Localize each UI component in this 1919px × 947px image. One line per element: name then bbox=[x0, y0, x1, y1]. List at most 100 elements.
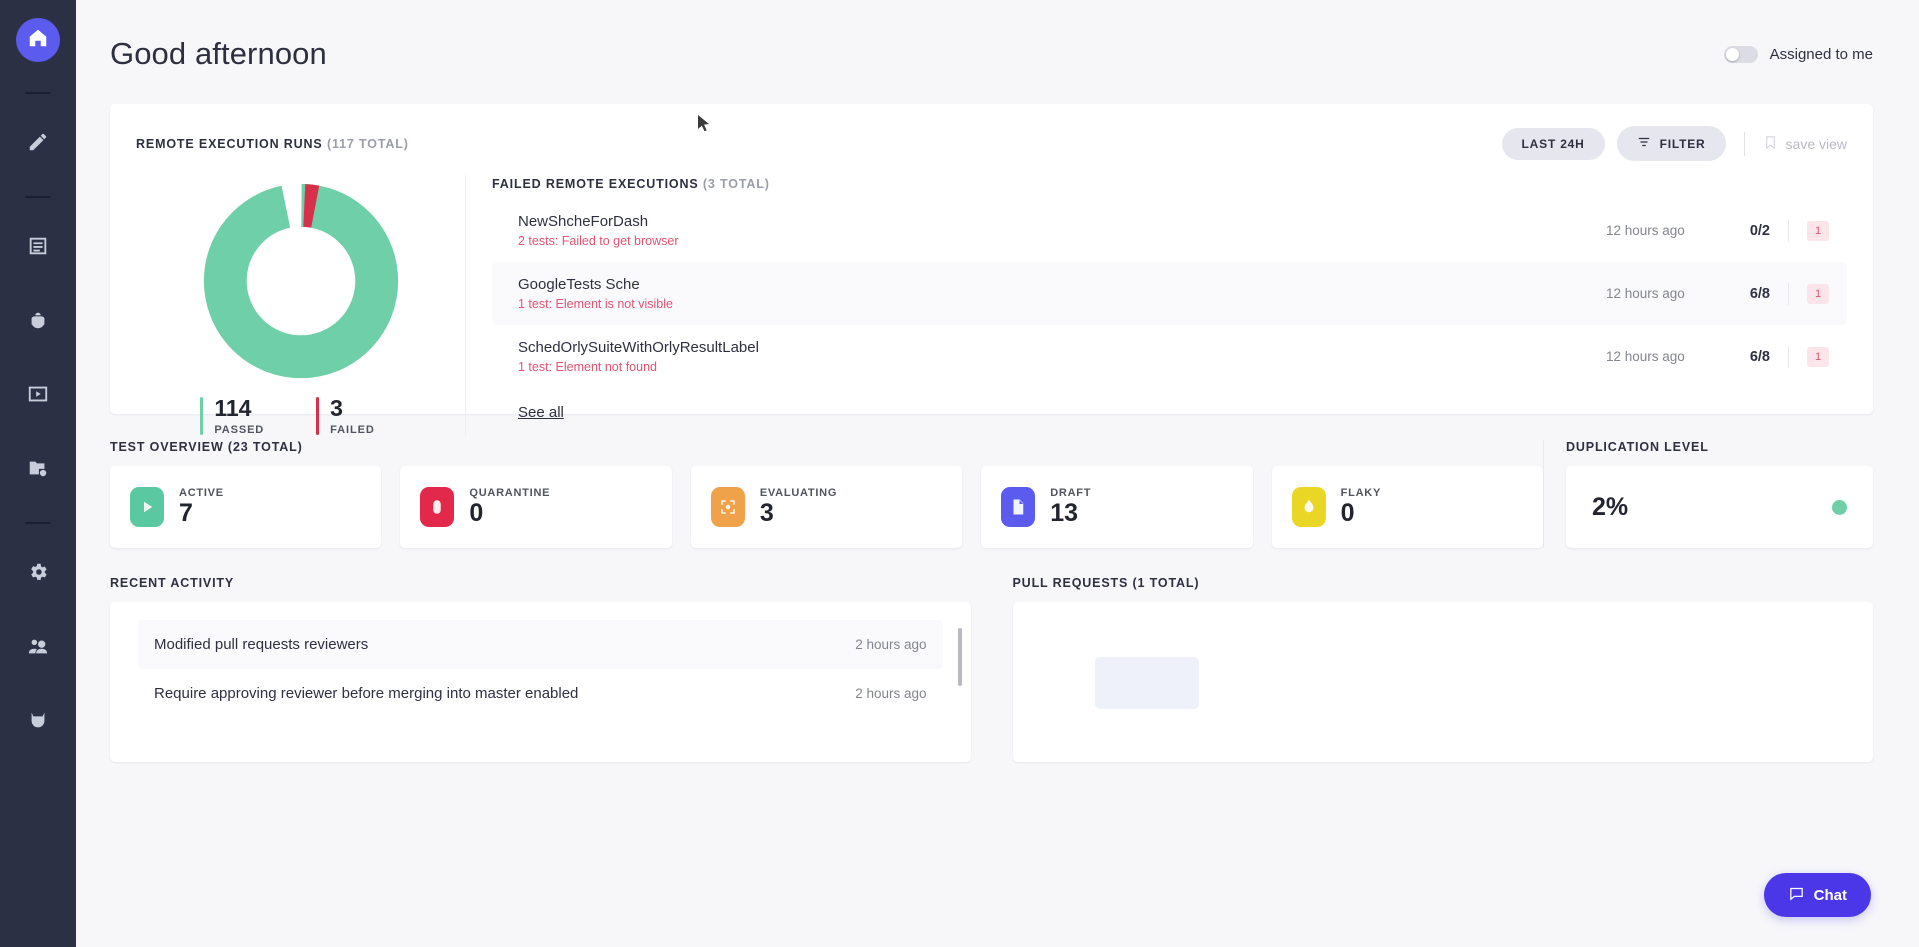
row-divider bbox=[1788, 219, 1789, 242]
failed-row-time: 12 hours ago bbox=[1606, 223, 1685, 238]
sidebar-divider bbox=[25, 522, 51, 524]
sidebar-item-editor[interactable] bbox=[16, 122, 60, 166]
sidebar-divider bbox=[25, 92, 51, 94]
failed-row-name: NewShcheForDash 2 tests: Failed to get b… bbox=[518, 213, 1606, 248]
sidebar-item-reports[interactable] bbox=[16, 226, 60, 270]
sidebar-item-settings[interactable] bbox=[16, 552, 60, 596]
failed-executions-title: FAILED REMOTE EXECUTIONS (3 TOTAL) bbox=[492, 177, 1847, 191]
legend-passed-value: 114 bbox=[214, 395, 252, 421]
row-divider bbox=[1788, 282, 1789, 305]
stat-label: DRAFT bbox=[1050, 487, 1092, 499]
stat-card-evaluating[interactable]: EVALUATING 3 bbox=[690, 466, 963, 548]
failed-row-name: SchedOrlySuiteWithOrlyResultLabel 1 test… bbox=[518, 339, 1606, 374]
users-icon bbox=[27, 635, 49, 662]
chat-label: Chat bbox=[1813, 886, 1847, 904]
mouse-cursor bbox=[698, 115, 709, 132]
recent-activity-title: RECENT ACTIVITY bbox=[110, 576, 235, 590]
flame-icon bbox=[1291, 487, 1326, 527]
mouse-icon bbox=[420, 487, 455, 527]
test-overview-title: TEST OVERVIEW (23 TOTAL) bbox=[110, 440, 303, 454]
save-view-button[interactable]: save view bbox=[1763, 135, 1847, 153]
stat-value: 3 bbox=[759, 499, 774, 527]
stat-card-draft[interactable]: DRAFT 13 bbox=[981, 466, 1253, 548]
sidebar-item-projects[interactable] bbox=[16, 448, 60, 492]
failed-row-time: 12 hours ago bbox=[1606, 286, 1685, 301]
legend-failed: 3 FAILED bbox=[290, 397, 401, 436]
home-icon bbox=[27, 27, 49, 54]
stat-label: FLAKY bbox=[1340, 487, 1382, 499]
activity-scrollbar[interactable] bbox=[957, 628, 962, 686]
chat-bubble-icon bbox=[1788, 885, 1805, 906]
sidebar bbox=[0, 0, 76, 947]
failed-row-title: GoogleTests Sche bbox=[518, 276, 640, 293]
status-badge: 1 bbox=[1807, 283, 1829, 304]
failed-row-error: 2 tests: Failed to get browser bbox=[518, 234, 679, 248]
test-overview-left: TEST OVERVIEW (23 TOTAL) ACTIVE 7 QUARAN… bbox=[110, 440, 1544, 548]
legend-passed-bar bbox=[200, 397, 204, 435]
see-all-link[interactable]: See all bbox=[518, 404, 564, 421]
sidebar-item-home[interactable] bbox=[16, 18, 60, 62]
stat-value: 0 bbox=[1340, 499, 1355, 527]
bug-icon bbox=[27, 309, 49, 336]
status-badge: 1 bbox=[1807, 346, 1829, 367]
sidebar-item-integrations[interactable] bbox=[16, 700, 60, 744]
sidebar-item-users[interactable] bbox=[16, 626, 60, 670]
video-play-icon bbox=[27, 383, 49, 410]
test-overview-cards: ACTIVE 7 QUARANTINE 0 EVALUATING 3 DRAFT… bbox=[110, 466, 1544, 548]
filter-button[interactable]: FILTER bbox=[1616, 126, 1726, 161]
assigned-to-me-label: Assigned to me bbox=[1769, 45, 1873, 63]
actions-divider bbox=[1743, 131, 1745, 156]
stat-value: 0 bbox=[469, 499, 484, 527]
stat-card-active[interactable]: ACTIVE 7 bbox=[110, 466, 382, 548]
failed-row-time: 12 hours ago bbox=[1606, 349, 1685, 364]
gear-icon bbox=[27, 561, 49, 588]
folder-settings-icon bbox=[27, 457, 49, 484]
bottom-section: RECENT ACTIVITY Modified pull requests r… bbox=[110, 576, 1873, 762]
assigned-to-me-toggle[interactable] bbox=[1723, 45, 1758, 63]
legend-passed: 114 PASSED bbox=[200, 397, 290, 436]
last-24h-label: LAST 24H bbox=[1521, 136, 1585, 151]
failed-row-name: GoogleTests Sche 1 test: Element is not … bbox=[518, 276, 1606, 311]
list-item[interactable]: Modified pull requests reviewers 2 hours… bbox=[138, 620, 943, 669]
row-divider bbox=[1788, 345, 1789, 368]
duplication-level-section: DUPLICATION LEVEL 2% bbox=[1543, 440, 1873, 548]
chat-button[interactable]: Chat bbox=[1763, 873, 1871, 917]
list-item[interactable]: Require approving reviewer before mergin… bbox=[138, 669, 943, 718]
legend-failed-bar bbox=[316, 397, 320, 435]
pull-requests-card bbox=[1012, 602, 1873, 762]
table-row[interactable]: SchedOrlySuiteWithOrlyResultLabel 1 test… bbox=[492, 325, 1847, 388]
remote-execution-header: REMOTE EXECUTION RUNS (117 TOTAL) LAST 2… bbox=[136, 126, 1847, 161]
table-row[interactable]: NewShcheForDash 2 tests: Failed to get b… bbox=[492, 199, 1847, 262]
failed-row-title: SchedOrlySuiteWithOrlyResultLabel bbox=[518, 339, 759, 356]
remote-execution-runs-card: REMOTE EXECUTION RUNS (117 TOTAL) LAST 2… bbox=[110, 104, 1873, 436]
failed-executions-title-text: FAILED REMOTE EXECUTIONS bbox=[492, 177, 699, 191]
activity-time: 2 hours ago bbox=[855, 686, 927, 701]
save-view-label: save view bbox=[1785, 135, 1847, 152]
assigned-to-me-control[interactable]: Assigned to me bbox=[1723, 45, 1873, 63]
failed-row-error: 1 test: Element not found bbox=[518, 360, 657, 374]
pencil-icon bbox=[27, 131, 49, 158]
stat-value: 7 bbox=[179, 499, 193, 527]
scan-icon bbox=[710, 487, 745, 527]
sidebar-divider bbox=[25, 196, 51, 198]
failed-executions-total: (3 TOTAL) bbox=[702, 177, 770, 191]
test-overview-section: TEST OVERVIEW (23 TOTAL) ACTIVE 7 QUARAN… bbox=[110, 440, 1873, 548]
stat-card-quarantine[interactable]: QUARANTINE 0 bbox=[400, 466, 672, 548]
stat-label: ACTIVE bbox=[179, 487, 224, 499]
sidebar-item-bugs[interactable] bbox=[16, 300, 60, 344]
main-content: Good afternoon Assigned to me REMOTE EXE… bbox=[76, 0, 1919, 947]
activity-text: Modified pull requests reviewers bbox=[154, 636, 369, 653]
play-icon bbox=[130, 487, 164, 527]
last-24h-button[interactable]: LAST 24H bbox=[1501, 127, 1605, 160]
stat-card-flaky[interactable]: FLAKY 0 bbox=[1271, 466, 1544, 548]
filter-icon bbox=[1637, 135, 1651, 152]
activity-time: 2 hours ago bbox=[855, 637, 927, 652]
execution-donut-section: 114 PASSED 3 FAILED bbox=[136, 175, 466, 436]
duplication-level-title: DUPLICATION LEVEL bbox=[1566, 440, 1709, 454]
bookmark-icon bbox=[1763, 135, 1778, 153]
sidebar-item-runs[interactable] bbox=[16, 374, 60, 418]
failed-row-ratio: 6/8 bbox=[1749, 348, 1770, 365]
duplication-level-card[interactable]: 2% bbox=[1566, 466, 1873, 548]
failed-executions-section: FAILED REMOTE EXECUTIONS (3 TOTAL) NewSh… bbox=[466, 175, 1847, 436]
table-row[interactable]: GoogleTests Sche 1 test: Element is not … bbox=[492, 262, 1847, 325]
